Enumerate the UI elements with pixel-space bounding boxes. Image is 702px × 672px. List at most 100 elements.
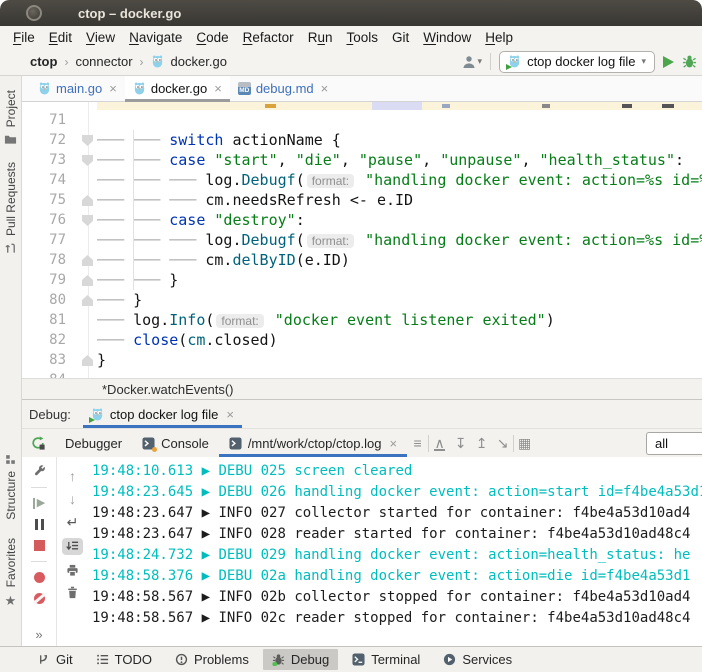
log-separator-icon: ▶: [202, 505, 219, 521]
favorites-label: Favorites: [4, 538, 18, 587]
trash-icon[interactable]: [66, 586, 79, 599]
pause-button[interactable]: [35, 519, 44, 530]
tab-label: Console: [161, 436, 209, 451]
toolwindow-project[interactable]: Project: [4, 90, 18, 146]
log-line: 19:48:58.376 ▶ DEBU 02a handling docker …: [92, 566, 702, 587]
line-number: 80: [22, 290, 66, 310]
toolbar-divider: [31, 561, 47, 562]
log-separator-icon: ▶: [202, 547, 219, 563]
scroll-down-icon[interactable]: ↧: [450, 435, 471, 451]
log-sequence: 025: [261, 463, 295, 479]
editor-workspace: Project Pull Requests main.go×docker.go×…: [0, 76, 702, 400]
left-toolwindow-bar: Project Pull Requests: [0, 76, 22, 400]
debug-session-tab[interactable]: ctop docker log file ×: [83, 400, 242, 428]
scroll-up-icon[interactable]: ↥: [471, 435, 492, 451]
fold-marker-icon[interactable]: [82, 195, 93, 206]
structure-icon: [5, 454, 16, 465]
up-arrow-icon[interactable]: ↑: [69, 469, 76, 483]
more-actions-icon[interactable]: »: [35, 627, 42, 642]
line-number: 83: [22, 350, 66, 370]
close-icon[interactable]: ×: [389, 436, 397, 451]
data-grid-icon[interactable]: ▦: [514, 435, 535, 451]
fold-marker-icon[interactable]: [82, 215, 93, 226]
fold-marker-icon[interactable]: [82, 135, 93, 146]
statusbar-todo[interactable]: TODO: [87, 649, 161, 670]
fold-marker-icon[interactable]: [82, 355, 93, 366]
fold-marker-icon[interactable]: [82, 255, 93, 266]
fold-marker-icon[interactable]: [82, 155, 93, 166]
problems-icon: [175, 653, 188, 666]
log-separator-icon: ▶: [202, 589, 219, 605]
fold-marker-icon[interactable]: [82, 295, 93, 306]
jump-to-top-icon[interactable]: ∧: [429, 435, 450, 451]
log-output[interactable]: 19:48:10.613 ▶ DEBU 025 screen cleared19…: [92, 461, 702, 646]
project-label: Project: [4, 90, 18, 127]
breadcrumb-file[interactable]: docker.go: [171, 54, 227, 69]
context-method-label: *Docker.watchEvents(): [102, 382, 234, 397]
log-message: collector stopped for container: f4be4a5…: [294, 589, 690, 605]
menu-code[interactable]: Code: [189, 28, 235, 47]
editor-tab-main.go[interactable]: main.go×: [30, 76, 125, 101]
statusbar-problems[interactable]: Problems: [166, 649, 258, 670]
fold-marker-icon[interactable]: [82, 275, 93, 286]
menu-git[interactable]: Git: [385, 28, 416, 47]
menu-window[interactable]: Window: [416, 28, 478, 47]
breadcrumb-project[interactable]: ctop: [30, 54, 57, 69]
chevron-down-icon: ▾: [641, 56, 646, 67]
tab-debugger[interactable]: Debugger: [55, 429, 132, 457]
menu-navigate[interactable]: Navigate: [122, 28, 189, 47]
close-icon[interactable]: ×: [321, 81, 329, 96]
view-breakpoints-icon[interactable]: [34, 572, 45, 583]
resume-button[interactable]: ▶: [33, 498, 45, 509]
run-configuration-select[interactable]: ctop docker log file ▾: [499, 51, 655, 73]
editor-tab-docker.go[interactable]: docker.go×: [125, 76, 230, 101]
down-arrow-icon[interactable]: ↓: [69, 492, 76, 506]
services-icon: [443, 653, 456, 666]
statusbar-terminal[interactable]: Terminal: [343, 649, 429, 670]
log-console-body: ▶ » ↑ ↓ ↵ 19:: [22, 457, 702, 646]
mute-breakpoints-icon[interactable]: [34, 593, 45, 604]
rerun-button[interactable]: [31, 436, 45, 450]
statusbar-git[interactable]: Git: [28, 649, 82, 670]
git-branch-icon: [37, 653, 50, 666]
soft-wrap-icon[interactable]: ↵: [67, 515, 79, 529]
log-message: reader stopped for container: f4be4a53d1…: [294, 610, 690, 626]
menu-refactor[interactable]: Refactor: [236, 28, 301, 47]
toolwindow-pull-requests[interactable]: Pull Requests: [4, 162, 18, 255]
menu-run[interactable]: Run: [301, 28, 340, 47]
close-icon[interactable]: ×: [226, 407, 234, 422]
log-timestamp: 19:48:23.647: [92, 505, 202, 521]
close-icon[interactable]: ×: [109, 81, 117, 96]
pull-requests-label: Pull Requests: [4, 162, 18, 236]
menu-help[interactable]: Help: [478, 28, 520, 47]
user-account-button[interactable]: ▾: [462, 55, 483, 69]
window-title: ctop – docker.go: [78, 6, 181, 21]
markdown-file-icon: MD: [238, 82, 251, 95]
menu-file[interactable]: File: [6, 28, 42, 47]
log-level-filter-select[interactable]: all: [646, 432, 702, 455]
menu-view[interactable]: View: [79, 28, 122, 47]
toolwindow-structure[interactable]: Structure: [4, 454, 18, 520]
menu-tools[interactable]: Tools: [339, 28, 385, 47]
close-icon[interactable]: ×: [214, 81, 222, 96]
code-editor[interactable]: 7172─── ─── switch actionName {73─── ───…: [22, 102, 702, 378]
window-control-button[interactable]: [26, 5, 42, 21]
stop-button[interactable]: [34, 540, 45, 551]
scroll-to-end-button[interactable]: [62, 538, 83, 555]
toolwindow-favorites[interactable]: Favorites ★: [4, 538, 18, 609]
tab-console[interactable]: Console: [132, 429, 219, 457]
statusbar-debug[interactable]: Debug: [263, 649, 338, 670]
breadcrumb-package[interactable]: connector: [75, 54, 132, 69]
menu-edit[interactable]: Edit: [42, 28, 79, 47]
editor-tab-debug.md[interactable]: MDdebug.md×: [230, 76, 336, 101]
scroll-to-cursor-icon[interactable]: ↘: [492, 435, 513, 451]
log-timestamp: 19:48:58.376: [92, 568, 202, 584]
log-message: screen cleared: [294, 463, 412, 479]
run-button[interactable]: [663, 56, 674, 68]
debug-run-button[interactable]: [682, 54, 697, 69]
statusbar-services[interactable]: Services: [434, 649, 521, 670]
hamburger-menu-icon[interactable]: ≡: [407, 435, 428, 451]
print-icon[interactable]: [66, 564, 79, 577]
tab-log-file[interactable]: /mnt/work/ctop/ctop.log×: [219, 429, 407, 457]
wrench-settings-icon[interactable]: [33, 464, 46, 477]
